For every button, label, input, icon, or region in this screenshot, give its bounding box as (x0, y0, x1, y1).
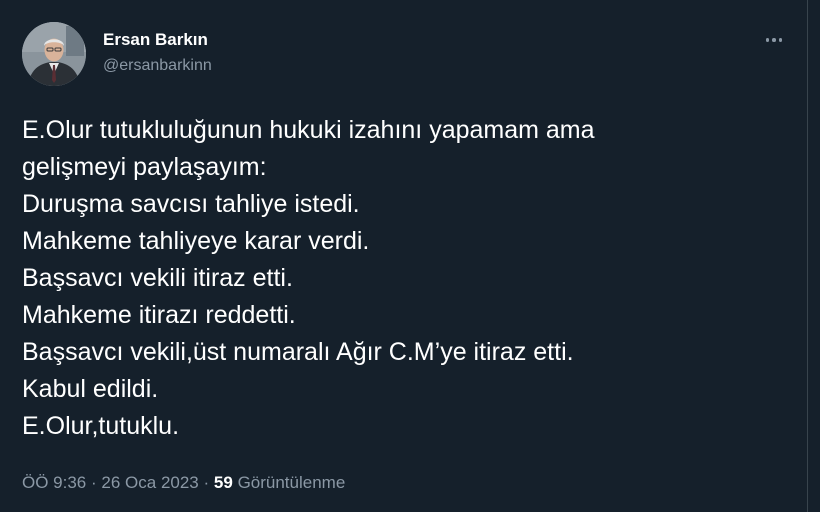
tweet-text-line: E.Olur tutukluluğunun hukuki izahını yap… (22, 116, 595, 144)
avatar-image (22, 22, 86, 86)
tweet-time: ÖÖ 9:36 (22, 473, 87, 492)
meta-separator: · (203, 473, 210, 492)
tweet-text-line: E.Olur,tutuklu. (22, 412, 180, 440)
views-label: Görüntülenme (237, 473, 346, 492)
column-divider (807, 0, 808, 512)
more-options-button[interactable] (760, 28, 788, 52)
author-info[interactable]: Ersan Barkın @ersanbarkinn (103, 30, 212, 76)
more-horizontal-icon (765, 38, 783, 42)
tweet-text-line: Başsavcı vekili itiraz etti. (22, 264, 293, 292)
views-link[interactable]: 59 Görüntülenme (214, 473, 345, 492)
tweet-text-line: Mahkeme tahliyeye karar verdi. (22, 227, 370, 255)
tweet-text-line: Kabul edildi. (22, 375, 159, 403)
tweet-text: E.Olur tutukluluğunun hukuki izahını yap… (22, 112, 792, 445)
views-count: 59 (213, 473, 233, 492)
tweet-meta: ÖÖ 9:36 · 26 Oca 2023 · 59 Görüntülenme (22, 472, 345, 494)
author-handle[interactable]: @ersanbarkinn (103, 56, 212, 76)
tweet-card: Ersan Barkın @ersanbarkinn E.Olur tutukl… (0, 0, 820, 512)
author-display-name[interactable]: Ersan Barkın (103, 30, 212, 50)
tweet-text-line: Duruşma savcısı tahliye istedi. (22, 190, 360, 218)
tweet-text-line: gelişmeyi paylaşayım: (22, 153, 267, 181)
tweet-text-line: Mahkeme itirazı reddetti. (22, 301, 296, 329)
tweet-text-line: Başsavcı vekili,üst numaralı Ağır C.M’ye… (22, 338, 574, 366)
tweet-date: 26 Oca 2023 (101, 473, 199, 492)
tweet-timestamp-link[interactable]: ÖÖ 9:36 · 26 Oca 2023 (22, 473, 199, 492)
meta-separator: · (91, 473, 97, 492)
avatar[interactable] (22, 22, 86, 86)
